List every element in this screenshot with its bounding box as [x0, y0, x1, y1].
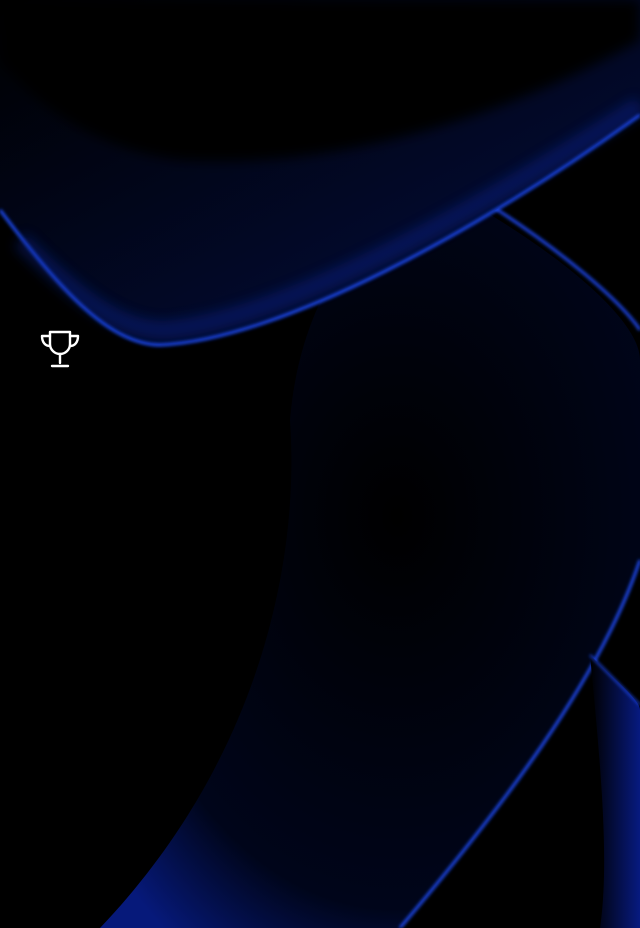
wallpaper: [0, 0, 640, 928]
lock-screen: [0, 0, 640, 928]
trophy-icon[interactable]: [38, 328, 82, 372]
